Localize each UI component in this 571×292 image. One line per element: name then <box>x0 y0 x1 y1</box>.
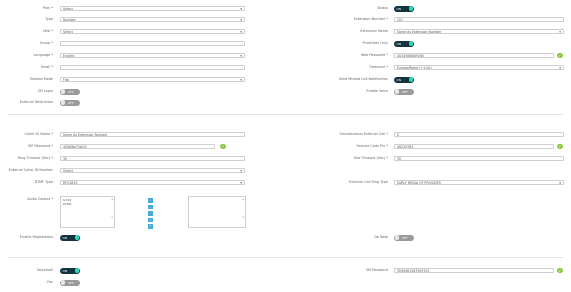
toggle-knob <box>61 89 66 94</box>
external-restriction-label: External Restriction <box>19 100 53 104</box>
timezone-label: Timezone * <box>368 65 388 69</box>
enable-voice-state: OFF <box>402 89 408 94</box>
group-input[interactable] <box>60 41 245 46</box>
check-icon[interactable]: ✓ <box>220 143 226 150</box>
toggle-knob <box>74 268 79 273</box>
ring-timeout-label: Ring Timeout (Sec) * <box>17 156 53 160</box>
voicemail-label: Voicemail <box>36 268 53 272</box>
enable-voice-toggle[interactable]: OFF <box>394 88 414 95</box>
toggle-knob <box>74 235 79 240</box>
selected-codecs-list[interactable]: G729 PCMA ▴ ▾ <box>60 196 115 228</box>
language-select[interactable]: English <box>60 53 245 58</box>
scrollbar[interactable]: ▴ ▾ <box>112 198 114 219</box>
extension-number-input[interactable]: 101 <box>394 17 564 22</box>
status-toggle[interactable]: ON <box>394 5 414 12</box>
external-caller-id-label: External Caller ID Number <box>8 168 53 172</box>
dial-timeout-label: Dial Timeout (Sec) * <box>353 156 388 160</box>
off-login-toggle[interactable]: OFF <box>60 88 80 95</box>
fax-toggle[interactable]: OFF <box>60 279 80 286</box>
vm-password-label: VM Password <box>365 268 388 272</box>
web-password-input[interactable]: 4U3#08NDHVN5 <box>394 53 554 58</box>
external-restriction-state: OFF <box>68 100 74 105</box>
midi-label: Midi * <box>43 29 53 33</box>
email-input[interactable] <box>60 65 245 70</box>
toggle-knob <box>61 100 66 105</box>
check-icon[interactable]: ✓ <box>557 52 563 59</box>
de-nate-label: De Nate <box>374 235 388 239</box>
move-all-left-icon[interactable]: « <box>148 198 153 203</box>
status-state: ON <box>396 6 402 11</box>
toggle-knob <box>395 89 400 94</box>
send-missed-call-label: Send Missed Call Notification <box>338 77 388 81</box>
dtmf-type-label: DTMF Type <box>34 180 53 184</box>
send-missed-call-state: ON <box>396 77 402 82</box>
browse-mode-select[interactable]: Flat <box>60 77 245 82</box>
browse-mode-label: Browse Mode <box>30 77 53 81</box>
section-divider <box>8 114 563 115</box>
voicemail-state: ON <box>62 268 68 273</box>
toggle-knob <box>61 280 66 285</box>
external-call-ring-type-select[interactable]: EARLY MEDIA OF PROVIDER <box>394 180 564 185</box>
web-password-label: Web Password * <box>360 53 388 57</box>
off-login-state: OFF <box>68 89 74 94</box>
voicemail-toggle[interactable]: ON <box>60 267 80 274</box>
move-all-right-icon[interactable]: » <box>148 217 153 222</box>
priority-only-label: Prioritizes Only <box>362 41 388 45</box>
extension-name-select[interactable]: Same As Extension Number <box>394 29 564 34</box>
external-call-ring-type-label: External Call Ring Type <box>348 180 388 184</box>
simultaneous-external-label: Simultaneous External Call * <box>339 132 388 136</box>
dial-timeout-input[interactable]: 30 <box>394 156 564 161</box>
de-nate-toggle[interactable]: OFF <box>394 234 414 241</box>
move-up-icon[interactable]: ↑ <box>148 224 153 229</box>
feature-code-pin-input[interactable]: 46229783 <box>394 144 554 149</box>
dtmf-type-select[interactable]: RFC2833 <box>60 180 245 185</box>
feature-code-pin-label: Feature Code Pin * <box>356 144 388 148</box>
enable-registration-state: ON <box>62 235 68 240</box>
ring-timeout-input[interactable]: 30 <box>60 156 245 161</box>
plan-select[interactable]: Select <box>60 6 245 11</box>
enable-registration-toggle[interactable]: ON <box>60 234 80 241</box>
send-missed-call-toggle[interactable]: ON <box>394 76 414 83</box>
group-label: Group * <box>39 41 53 45</box>
priority-only-toggle[interactable]: ON <box>394 40 414 47</box>
toggle-knob <box>395 235 400 240</box>
plan-label: Plan * <box>43 6 53 10</box>
move-left-icon[interactable]: ‹ <box>148 204 153 209</box>
check-icon[interactable]: ✓ <box>557 267 563 274</box>
sip-password-input[interactable]: 4QbB6a74#G2 <box>60 144 215 149</box>
email-label: Email * <box>40 65 53 69</box>
fax-state: OFF <box>68 280 74 285</box>
check-icon[interactable]: ✓ <box>557 143 563 150</box>
language-label: Language * <box>33 53 53 57</box>
toggle-knob <box>408 77 413 82</box>
timezone-select[interactable]: Europe/Rome (+1:00) <box>394 65 564 70</box>
enable-registration-label: Enable Registration <box>19 235 53 239</box>
vm-password-input[interactable]: 3049461587509702 <box>394 268 554 273</box>
external-caller-id-select[interactable]: Select <box>60 168 245 173</box>
extension-name-label: Extension Name <box>360 29 388 33</box>
available-codecs-list[interactable]: ▴ ▾ <box>188 196 246 228</box>
type-select[interactable]: Number <box>60 17 245 22</box>
enable-voice-label: Enable Voice <box>366 89 388 93</box>
caller-id-name-input[interactable]: Same As Extension Number <box>60 132 245 137</box>
scrollbar[interactable]: ▴ ▾ <box>243 198 245 219</box>
sip-password-label: SIP Password * <box>28 144 53 148</box>
section-divider <box>8 257 563 258</box>
toggle-knob <box>408 6 413 11</box>
fax-label: Fax <box>47 280 53 284</box>
priority-only-state: ON <box>396 41 402 46</box>
list-item[interactable]: PCMA <box>63 202 112 206</box>
caller-id-name-label: Caller ID Name * <box>24 132 53 136</box>
status-label: Status <box>377 6 388 10</box>
external-restriction-toggle[interactable]: OFF <box>60 99 80 106</box>
audio-codecs-label: Audio Codecs * <box>27 197 53 201</box>
extension-number-label: Extension Number * <box>353 17 388 21</box>
midi-select[interactable]: Select <box>60 29 245 34</box>
de-nate-state: OFF <box>402 235 408 240</box>
simultaneous-external-input[interactable]: 0 <box>394 132 564 137</box>
type-label: Type <box>45 17 53 21</box>
toggle-knob <box>408 41 413 46</box>
move-right-icon[interactable]: › <box>148 211 153 216</box>
off-login-label: Off Login <box>37 89 53 93</box>
